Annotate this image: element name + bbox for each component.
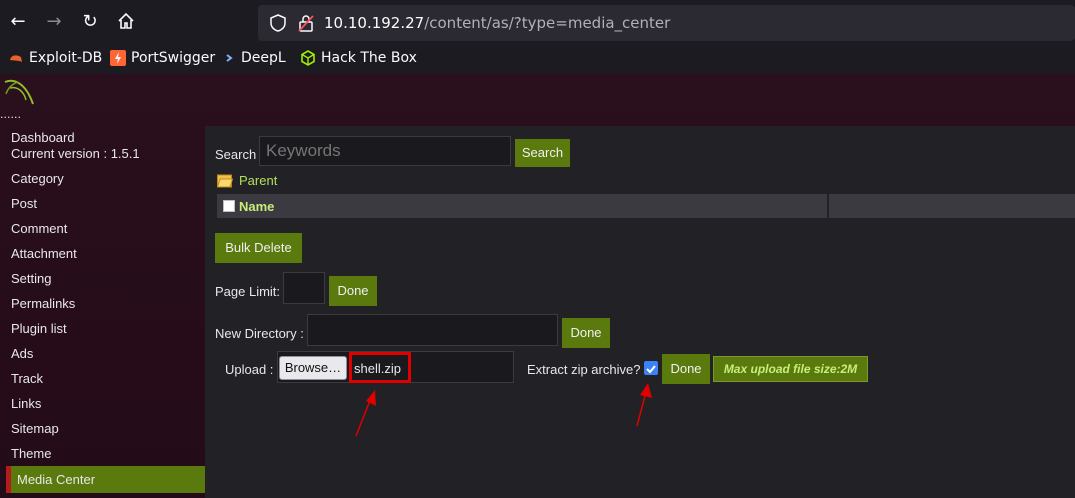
sidebar-item-track[interactable]: Track	[11, 371, 43, 386]
search-input[interactable]	[259, 136, 511, 166]
column-divider	[827, 194, 829, 218]
sidebar-item-plugin-list[interactable]: Plugin list	[11, 321, 67, 336]
reload-icon[interactable]: ↻	[80, 12, 100, 32]
sidebar-item-category[interactable]: Category	[11, 171, 64, 186]
sidebar-item-sitemap[interactable]: Sitemap	[11, 421, 59, 436]
forward-icon[interactable]: →	[44, 12, 64, 32]
url-bar[interactable]: 10.10.192.27/content/as/?type=media_cent…	[258, 5, 1075, 41]
search-label: Search	[215, 147, 257, 162]
bookmark-label: PortSwigger	[131, 50, 216, 66]
new-directory-input[interactable]	[307, 314, 558, 346]
browser-toolbar: ← → ↻ 10.10.192.27/content/as/?type=medi…	[0, 0, 1075, 44]
bookmark-label: Hack The Box	[321, 50, 417, 66]
url-path: /content/as/?type=media_center	[424, 14, 671, 32]
site-logo[interactable]: ......	[0, 74, 40, 124]
insecure-lock-icon[interactable]	[298, 14, 314, 32]
page-limit-label: Page Limit:	[215, 284, 281, 299]
bookmark-exploit-db[interactable]: Exploit-DB	[8, 50, 102, 66]
logo-dots: ......	[0, 108, 21, 121]
upload-label: Upload :	[225, 362, 274, 377]
file-table-header: Name	[217, 194, 1075, 218]
url-host: 10.10.192.27	[324, 14, 425, 32]
select-all-checkbox[interactable]	[223, 200, 235, 212]
open-folder-icon	[217, 174, 233, 187]
sidebar-item-setting[interactable]: Setting	[11, 271, 51, 286]
hack-the-box-icon	[300, 50, 316, 66]
sidebar-item-media-center[interactable]: Media Center	[6, 466, 205, 493]
home-icon[interactable]	[116, 12, 136, 32]
sidebar-item-label: Media Center	[17, 472, 96, 487]
portswigger-icon	[110, 50, 126, 66]
sidebar: Dashboard Current version : 1.5.1 Catego…	[0, 126, 205, 498]
page-area: ...... Dashboard Current version : 1.5.1…	[0, 74, 1075, 498]
sidebar-item-attachment[interactable]: Attachment	[11, 246, 77, 261]
sidebar-item-post[interactable]: Post	[11, 196, 37, 211]
red-arrow-annotation-filename	[355, 390, 376, 437]
sidebar-item-permalinks[interactable]: Permalinks	[11, 296, 75, 311]
deepl-icon	[224, 50, 236, 66]
parent-link[interactable]: Parent	[217, 173, 277, 188]
browse-button[interactable]: Browse…	[279, 356, 347, 380]
shield-icon[interactable]	[270, 14, 286, 32]
extract-zip-label: Extract zip archive?	[527, 362, 641, 377]
bookmark-hack-the-box[interactable]: Hack The Box	[300, 50, 417, 66]
media-center-panel: Search Search Parent Name Bulk Delete Pa…	[205, 126, 1075, 498]
sidebar-item-comment[interactable]: Comment	[11, 221, 67, 236]
page-limit-input[interactable]	[283, 272, 325, 304]
extract-zip-checkbox[interactable]	[644, 361, 658, 375]
bookmark-deepl[interactable]: DeepL	[224, 50, 286, 66]
leaf-logo-icon	[4, 79, 34, 105]
bookmark-portswigger[interactable]: PortSwigger	[110, 50, 215, 66]
bookmarks-bar: Exploit-DB PortSwigger DeepL Hack The Bo…	[0, 44, 1075, 74]
upload-done-button[interactable]: Done	[662, 354, 710, 384]
column-header-name[interactable]: Name	[239, 199, 274, 214]
bulk-delete-button[interactable]: Bulk Delete	[215, 233, 302, 263]
sidebar-item-ads[interactable]: Ads	[11, 346, 33, 361]
version-label: Current version : 1.5.1	[11, 146, 140, 161]
selected-filename: shell.zip	[354, 361, 401, 376]
bookmark-label: DeepL	[241, 50, 286, 66]
max-upload-size-note: Max upload file size:2M	[713, 356, 868, 382]
page-limit-done-button[interactable]: Done	[329, 276, 377, 306]
url-text: 10.10.192.27/content/as/?type=media_cent…	[324, 14, 670, 32]
back-icon[interactable]: ←	[8, 12, 28, 32]
exploit-db-icon	[8, 50, 24, 66]
sidebar-item-dashboard[interactable]: Dashboard	[11, 130, 75, 145]
new-directory-done-button[interactable]: Done	[562, 318, 610, 348]
bookmark-label: Exploit-DB	[29, 50, 103, 66]
checkmark-icon	[646, 365, 656, 374]
sidebar-item-theme[interactable]: Theme	[11, 446, 51, 461]
red-arrow-annotation-checkbox	[636, 383, 652, 427]
sidebar-item-links[interactable]: Links	[11, 396, 41, 411]
new-directory-label: New Directory :	[215, 326, 304, 341]
search-button[interactable]: Search	[515, 139, 570, 167]
parent-link-label: Parent	[239, 173, 278, 188]
